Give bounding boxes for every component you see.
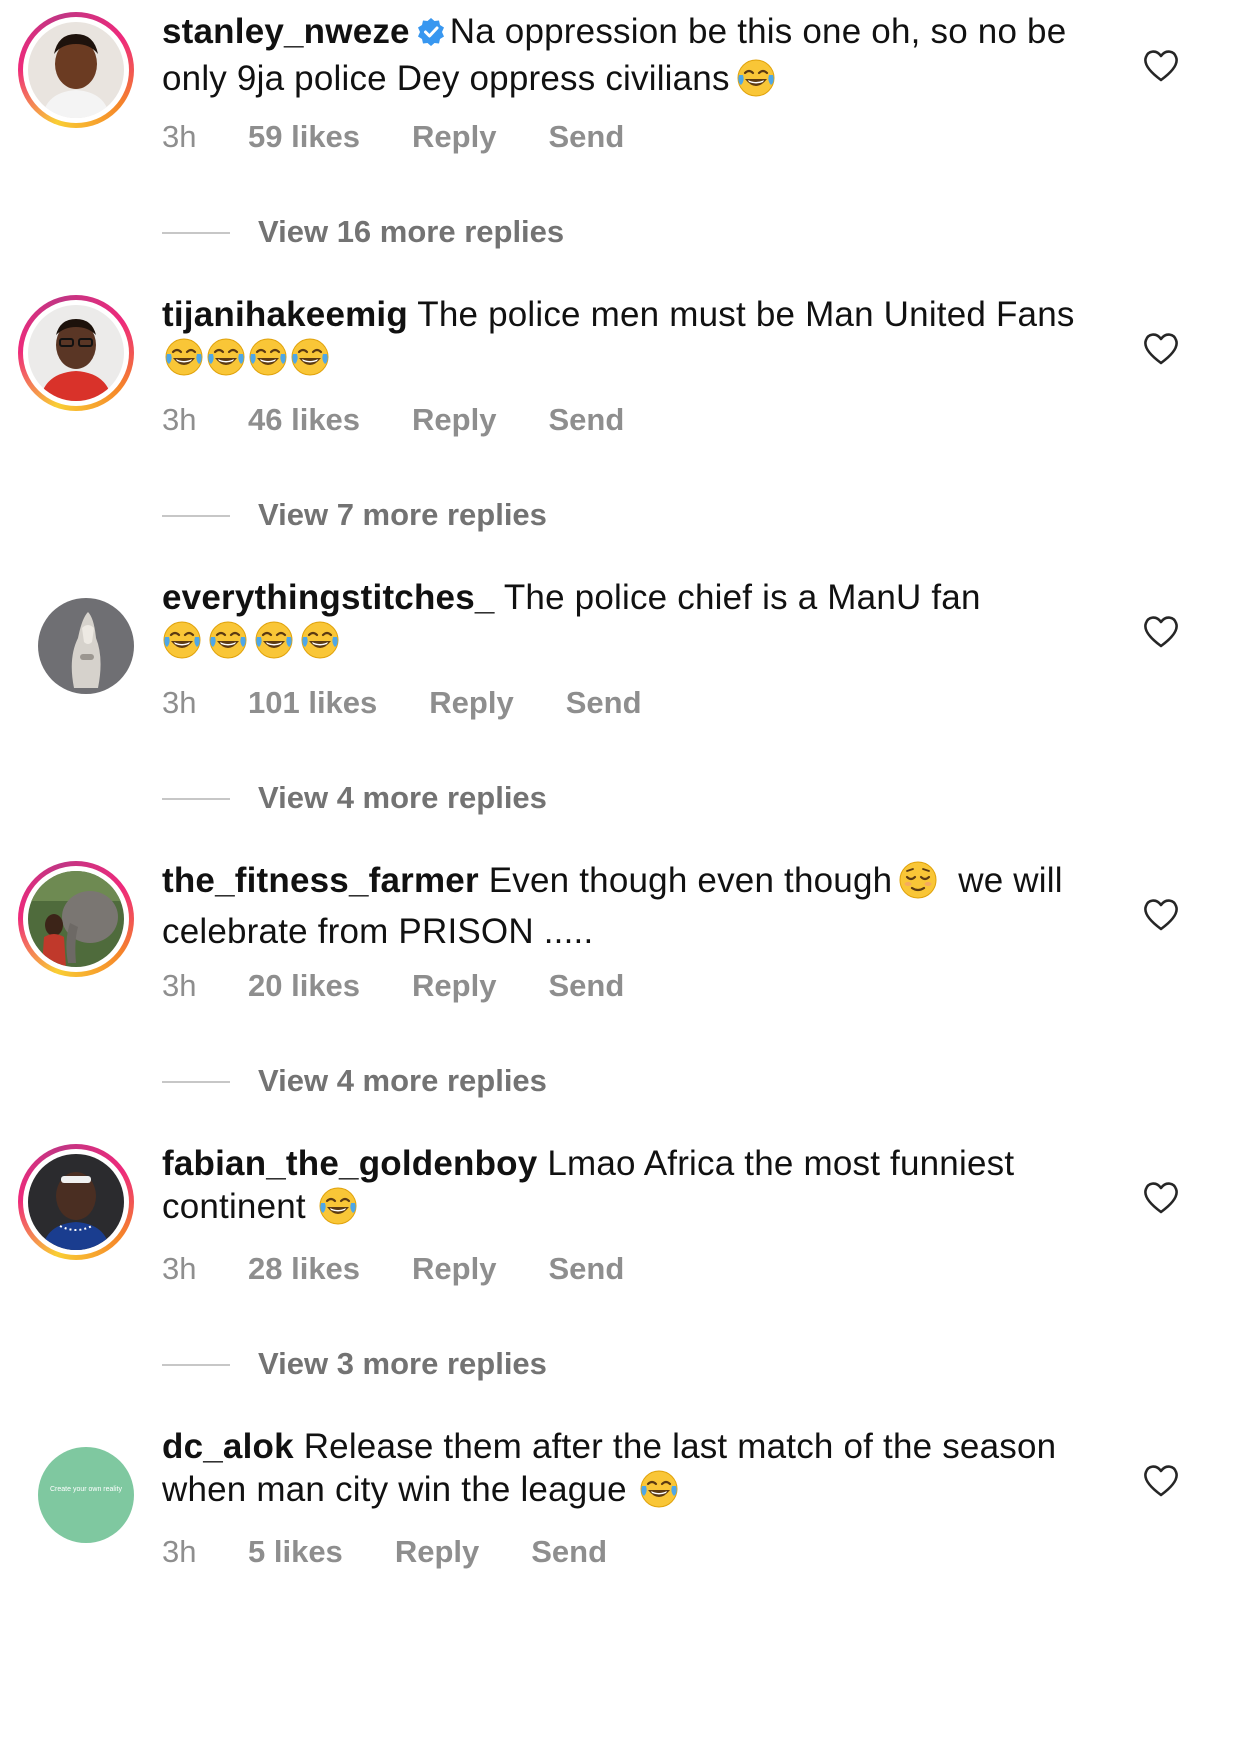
comment-text: everythingstitches_ The police chief is …: [162, 576, 1102, 670]
reply-button[interactable]: Reply: [412, 401, 496, 439]
likes-count[interactable]: 101 likes: [248, 684, 377, 722]
comment-time: 3h: [162, 968, 197, 1003]
like-heart-icon[interactable]: [1142, 331, 1180, 367]
comment-body: The police men must be Man United Fans: [417, 295, 1075, 334]
divider-line: [162, 798, 230, 800]
comment-body: The police chief is a ManU fan: [503, 578, 981, 617]
comment-time: 3h: [162, 1251, 197, 1286]
comment-text: fabian_the_goldenboy Lmao Africa the mos…: [162, 1142, 1102, 1236]
likes-count[interactable]: 28 likes: [248, 1250, 360, 1288]
comment-meta: 3h 5 likes Reply Send: [162, 1533, 607, 1571]
comment-item: stanley_nweze Na oppression be this one o…: [0, 0, 1242, 318]
view-replies-label: View 16 more replies: [258, 214, 565, 249]
send-button[interactable]: Send: [566, 684, 642, 722]
username[interactable]: dc_alok: [162, 1427, 294, 1466]
like-heart-icon[interactable]: [1142, 1463, 1180, 1499]
username[interactable]: fabian_the_goldenboy: [162, 1144, 537, 1183]
likes-count[interactable]: 20 likes: [248, 967, 360, 1005]
face-with-tears-of-joy-emoji: [736, 58, 776, 108]
face-with-tears-of-joy-emoji: [164, 337, 204, 387]
reply-button[interactable]: Reply: [412, 1250, 496, 1288]
comment-meta: 3h 59 likes Reply Send: [162, 118, 624, 156]
comment-meta: 3h 20 likes Reply Send: [162, 967, 624, 1005]
face-with-tears-of-joy-emoji: [248, 337, 288, 387]
comment-item: everythingstitches_ The police chief is …: [0, 566, 1242, 884]
send-button[interactable]: Send: [548, 967, 624, 1005]
like-heart-icon[interactable]: [1142, 48, 1180, 84]
comment-item: Create your own reality dc_alok Release …: [0, 1415, 1242, 1733]
comment-meta: 3h 28 likes Reply Send: [162, 1250, 624, 1288]
face-with-tears-of-joy-emoji: [254, 620, 294, 670]
username[interactable]: everythingstitches_: [162, 578, 495, 617]
face-with-tears-of-joy-emoji: [208, 620, 248, 670]
divider-line: [162, 232, 230, 234]
avatar-text: Create your own reality: [50, 1486, 122, 1493]
like-heart-icon[interactable]: [1142, 897, 1180, 933]
avatar-container[interactable]: Create your own reality: [18, 1427, 134, 1543]
likes-count[interactable]: 46 likes: [248, 401, 360, 439]
divider-line: [162, 1081, 230, 1083]
comment-text: the_fitness_farmer Even though even thou…: [162, 859, 1102, 953]
comment-meta: 3h 46 likes Reply Send: [162, 401, 624, 439]
comment-time: 3h: [162, 1534, 197, 1569]
divider-line: [162, 1364, 230, 1366]
comment-body: Even though even though: [488, 861, 893, 900]
face-with-tears-of-joy-emoji: [318, 1186, 358, 1236]
view-replies-label: View 4 more replies: [258, 1063, 547, 1098]
relieved-face-emoji: [898, 860, 938, 910]
comment-time: 3h: [162, 119, 197, 154]
comment-meta: 3h 101 likes Reply Send: [162, 684, 642, 722]
avatar-story-ring[interactable]: [18, 861, 134, 977]
reply-button[interactable]: Reply: [412, 118, 496, 156]
avatar-story-ring[interactable]: [18, 295, 134, 411]
like-heart-icon[interactable]: [1142, 614, 1180, 650]
send-button[interactable]: Send: [548, 401, 624, 439]
username[interactable]: the_fitness_farmer: [162, 861, 479, 900]
like-heart-icon[interactable]: [1142, 1180, 1180, 1216]
comment-item: the_fitness_farmer Even though even thou…: [0, 849, 1242, 1167]
avatar: [28, 22, 124, 118]
avatar: [28, 305, 124, 401]
comment-text: tijanihakeemig The police men must be Ma…: [162, 293, 1102, 387]
face-with-tears-of-joy-emoji: [639, 1469, 679, 1519]
face-with-tears-of-joy-emoji: [162, 620, 202, 670]
view-replies-label: View 7 more replies: [258, 497, 547, 532]
comment-text: dc_alok Release them after the last matc…: [162, 1425, 1102, 1519]
send-button[interactable]: Send: [548, 1250, 624, 1288]
comment-body: Release them after the last match of the…: [162, 1427, 1057, 1509]
face-with-tears-of-joy-emoji: [206, 337, 246, 387]
avatar-story-ring[interactable]: [18, 1144, 134, 1260]
view-replies-label: View 3 more replies: [258, 1346, 547, 1381]
likes-count[interactable]: 5 likes: [248, 1533, 343, 1571]
avatar: [28, 1154, 124, 1250]
send-button[interactable]: Send: [548, 118, 624, 156]
avatar-story-ring[interactable]: [18, 12, 134, 128]
reply-button[interactable]: Reply: [429, 684, 513, 722]
likes-count[interactable]: 59 likes: [248, 118, 360, 156]
divider-line: [162, 515, 230, 517]
username[interactable]: stanley_nweze: [162, 12, 410, 51]
face-with-tears-of-joy-emoji: [300, 620, 340, 670]
send-button[interactable]: Send: [531, 1533, 607, 1571]
comment-item: fabian_the_goldenboy Lmao Africa the mos…: [0, 1132, 1242, 1450]
avatar: Create your own reality: [38, 1447, 134, 1543]
reply-button[interactable]: Reply: [395, 1533, 479, 1571]
reply-button[interactable]: Reply: [412, 967, 496, 1005]
username[interactable]: tijanihakeemig: [162, 295, 408, 334]
verified-badge-icon: [416, 14, 446, 57]
comment-item: tijanihakeemig The police men must be Ma…: [0, 283, 1242, 601]
face-with-tears-of-joy-emoji: [290, 337, 330, 387]
comment-time: 3h: [162, 402, 197, 437]
comment-text: stanley_nweze Na oppression be this one o…: [162, 10, 1102, 108]
comment-time: 3h: [162, 685, 197, 720]
avatar-container[interactable]: [18, 578, 134, 694]
avatar: [38, 598, 134, 694]
view-replies-label: View 4 more replies: [258, 780, 547, 815]
avatar: [28, 871, 124, 967]
